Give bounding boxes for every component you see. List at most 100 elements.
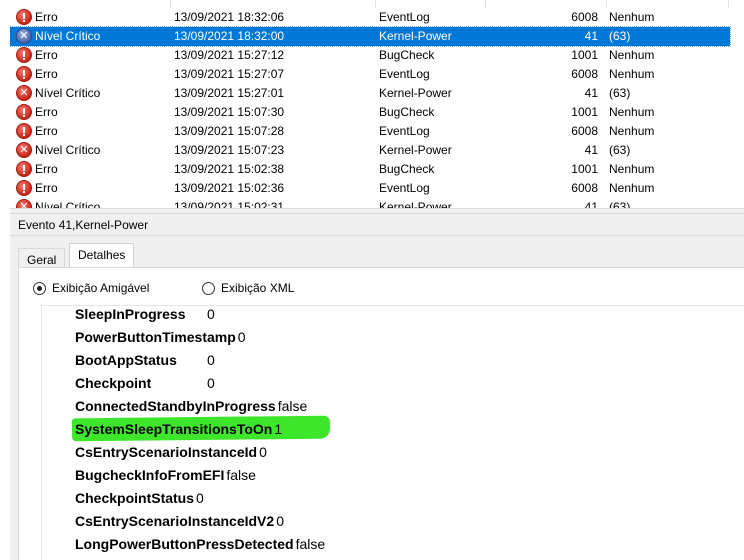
event-level-icon (16, 161, 32, 177)
event-level-icon (16, 9, 32, 25)
event-date: 13/09/2021 15:27:07 (174, 67, 285, 81)
event-source: BugCheck (379, 162, 435, 176)
event-date: 13/09/2021 15:02:36 (174, 181, 285, 195)
event-source: Kernel-Power (379, 29, 452, 43)
event-id: 6008 (571, 10, 598, 24)
event-level-icon: ✕ (16, 28, 32, 44)
event-property: LongPowerButtonPressDetected false (75, 536, 325, 556)
event-source: EventLog (379, 10, 430, 24)
property-value: 0 (237, 329, 246, 345)
tab-detalhes[interactable]: Detalhes (69, 243, 135, 268)
critical-icon: ✕ (16, 199, 32, 208)
property-name: SystemSleepTransitionsToOn (75, 421, 273, 437)
event-level: Nível Crítico (35, 200, 101, 208)
friendly-view-radio[interactable] (33, 281, 46, 295)
event-id: 6008 (571, 181, 598, 195)
property-value: 0 (259, 444, 267, 460)
event-row[interactable]: Erro 13/09/2021 15:02:38 BugCheck 1001 Nenhu… (10, 160, 730, 179)
property-value: 0 (207, 306, 215, 322)
event-row[interactable]: Erro 13/09/2021 15:27:07 EventLog 6008 Nenhu… (10, 65, 730, 84)
event-source: Kernel-Power (379, 86, 452, 100)
event-date: 13/09/2021 18:32:06 (174, 10, 285, 24)
event-level-icon: ✕ (16, 199, 32, 208)
event-level-icon (16, 47, 32, 63)
event-date: 13/09/2021 15:07:28 (174, 124, 285, 138)
event-id: 1001 (571, 162, 598, 176)
friendly-view-option[interactable]: Exibição Amigável (33, 281, 149, 295)
event-details-title: Evento 41,Kernel-Power (18, 218, 149, 232)
event-property: BootAppStatus 0 (75, 352, 215, 372)
event-task-category: (63) (609, 143, 631, 157)
property-value: 0 (276, 513, 284, 529)
tab-geral[interactable]: Geral (18, 248, 66, 268)
property-name: SleepInProgress (75, 306, 186, 322)
property-name: PowerButtonTimestamp (75, 329, 236, 345)
event-property: SystemSleepTransitionsToOn 1 (75, 421, 282, 441)
event-level: Nível Crítico (35, 143, 101, 157)
event-level-icon (16, 180, 32, 196)
event-task-category: Nenhum (609, 48, 655, 62)
event-row[interactable]: Erro 13/09/2021 15:27:12 BugCheck 1001 Nenhu… (10, 46, 730, 65)
event-row[interactable]: Erro 13/09/2021 15:07:30 BugCheck 1001 Nenhu… (10, 103, 730, 122)
critical-icon: ✕ (16, 142, 32, 158)
event-row[interactable]: ✕ Nível Crítico 13/09/2021 15:27:01 Kernel-… (10, 84, 730, 103)
event-row[interactable]: Erro 13/09/2021 15:02:36 EventLog 6008 Nenhu… (10, 179, 730, 198)
event-level: Erro (35, 124, 58, 138)
event-level-icon (16, 104, 32, 120)
event-id: 41 (584, 29, 598, 43)
error-icon (16, 66, 32, 82)
event-date: 13/09/2021 15:27:12 (174, 48, 285, 62)
event-property: PowerButtonTimestamp 0 (75, 329, 246, 349)
property-name: BootAppStatus (75, 352, 177, 368)
event-list[interactable]: Erro 13/09/2021 18:32:06 EventLog 6008 Nenhu… (10, 0, 744, 208)
event-row[interactable]: ✕ Nível Crítico 13/09/2021 18:32:00 Kernel-… (10, 26, 731, 47)
event-details-header: Evento 41,Kernel-Power (10, 214, 744, 236)
event-date: 13/09/2021 15:07:23 (174, 143, 285, 157)
event-id: 41 (584, 143, 598, 157)
event-level-icon (16, 123, 32, 139)
property-name: CheckpointStatus (75, 490, 195, 506)
event-date: 13/09/2021 15:27:01 (174, 86, 285, 100)
event-id: 1001 (571, 48, 598, 62)
event-task-category: (63) (609, 29, 631, 43)
event-level: Erro (35, 10, 58, 24)
error-icon (16, 47, 32, 63)
column-divider (485, 0, 486, 8)
event-date: 13/09/2021 15:07:30 (174, 105, 285, 119)
event-property: SleepInProgress 0 (75, 306, 215, 326)
event-level: Nível Crítico (35, 29, 101, 43)
property-name: ConnectedStandbyInProgress (75, 398, 276, 414)
event-id: 1001 (571, 105, 598, 119)
column-divider (375, 0, 376, 8)
event-source: Kernel-Power (379, 143, 452, 157)
column-divider (728, 0, 729, 8)
property-value: false (295, 536, 326, 552)
critical-icon: ✕ (16, 85, 32, 101)
event-level: Erro (35, 181, 58, 195)
event-task-category: (63) (609, 200, 631, 208)
event-task-category: Nenhum (609, 67, 655, 81)
event-date: 13/09/2021 18:32:00 (174, 29, 285, 43)
event-level-icon: ✕ (16, 142, 32, 158)
xml-view-option[interactable]: Exibição XML (202, 281, 294, 295)
event-id: 6008 (571, 124, 598, 138)
event-property: CsEntryScenarioInstanceId 0 (75, 444, 267, 464)
event-row[interactable]: ✕ Nível Crítico 13/09/2021 15:02:31 Kernel-… (10, 198, 730, 208)
event-source: Kernel-Power (379, 200, 452, 208)
event-row[interactable]: ✕ Nível Crítico 13/09/2021 15:07:23 Kernel-… (10, 141, 730, 160)
event-task-category: Nenhum (609, 124, 655, 138)
error-icon (16, 180, 32, 196)
event-date: 13/09/2021 15:02:38 (174, 162, 285, 176)
event-level: Nível Crítico (35, 86, 101, 100)
event-task-category: Nenhum (609, 181, 655, 195)
property-value: 0 (207, 375, 215, 391)
event-row[interactable]: Erro 13/09/2021 15:07:28 EventLog 6008 Nenhu… (10, 122, 730, 141)
xml-view-radio[interactable] (202, 281, 215, 295)
event-row[interactable]: Erro 13/09/2021 18:32:06 EventLog 6008 Nenhu… (10, 8, 730, 27)
error-icon (16, 104, 32, 120)
event-source: EventLog (379, 67, 430, 81)
event-property: Checkpoint 0 (75, 375, 215, 395)
event-id: 41 (584, 86, 598, 100)
property-value: 0 (196, 490, 204, 506)
event-id: 6008 (571, 67, 598, 81)
